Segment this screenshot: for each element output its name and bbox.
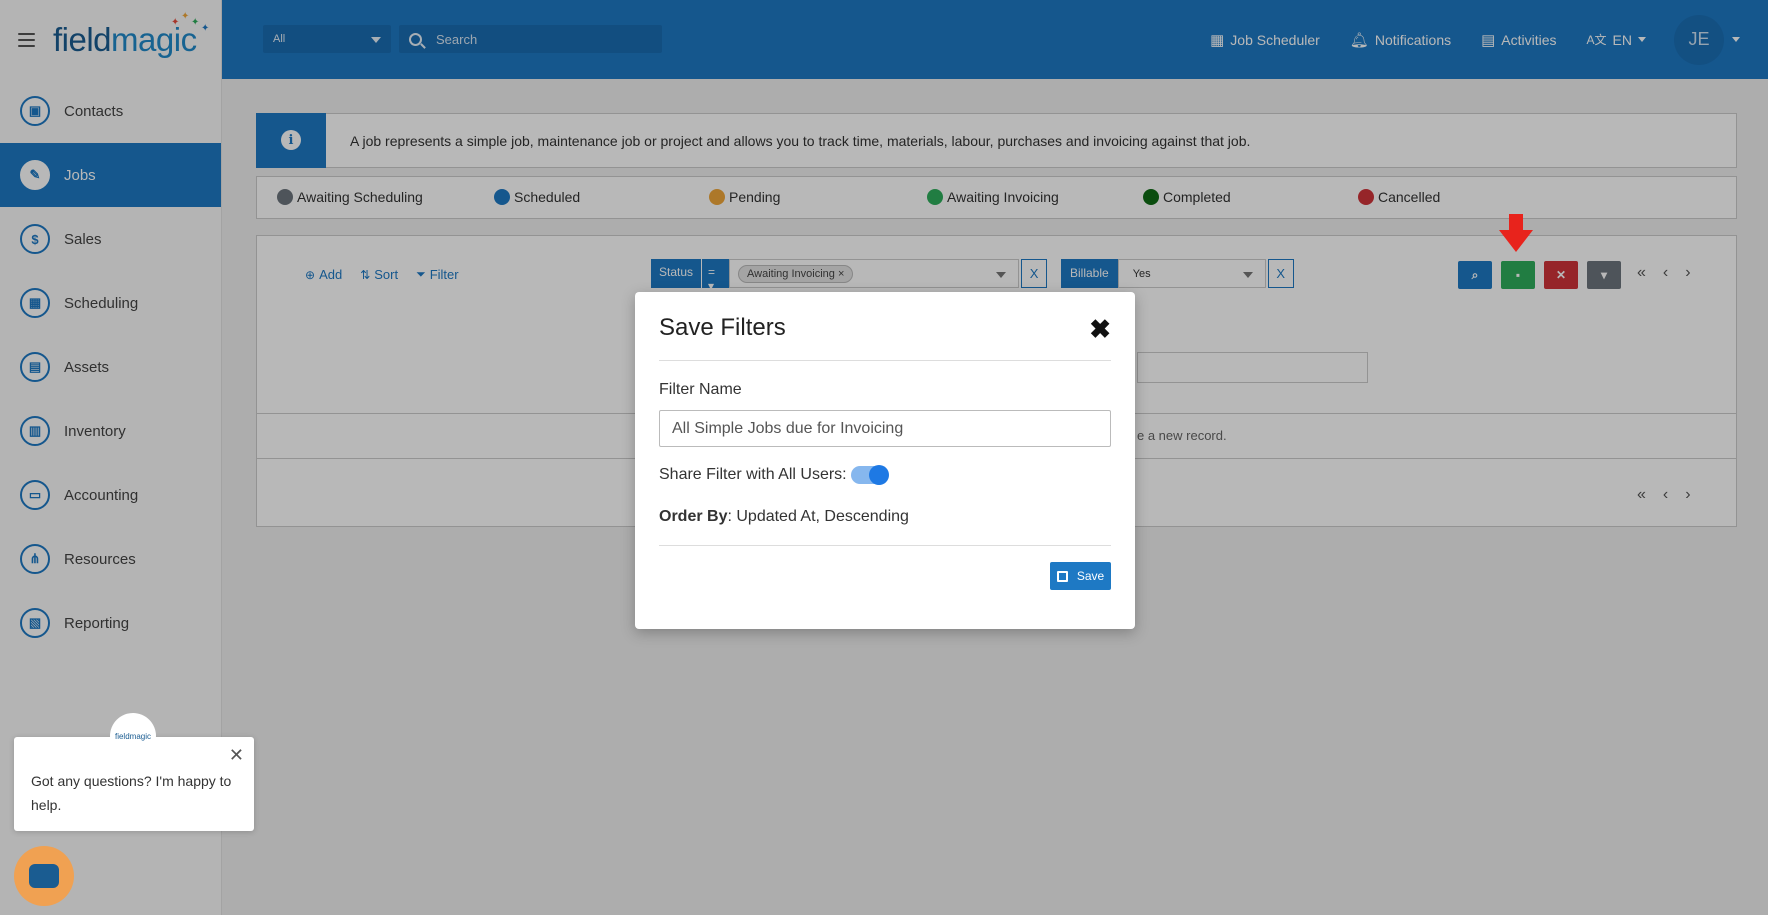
close-icon[interactable]: ✕ bbox=[229, 745, 244, 766]
modal-divider bbox=[659, 360, 1111, 361]
save-icon bbox=[1056, 570, 1068, 582]
chat-message-text: Got any questions? I'm happy to help. bbox=[31, 773, 232, 813]
chat-avatar: fieldmagic bbox=[110, 713, 156, 759]
modal-header: Save Filters ✖ bbox=[659, 314, 1111, 352]
save-filters-modal: Save Filters ✖ Filter Name All Simple Jo… bbox=[635, 292, 1135, 629]
close-icon[interactable]: ✖ bbox=[1089, 316, 1111, 342]
filter-name-label: Filter Name bbox=[659, 381, 742, 398]
share-filter-row: Share Filter with All Users: bbox=[659, 465, 889, 485]
red-arrow-annotation bbox=[1499, 214, 1533, 252]
modal-title: Save Filters bbox=[659, 314, 786, 341]
filter-name-input[interactable]: All Simple Jobs due for Invoicing bbox=[659, 410, 1111, 447]
order-by-value: : Updated At, Descending bbox=[727, 508, 909, 525]
save-button[interactable]: Save bbox=[1050, 562, 1111, 590]
chat-icon bbox=[29, 864, 59, 888]
order-by-label: Order By bbox=[659, 508, 728, 525]
modal-divider bbox=[659, 545, 1111, 546]
chat-launcher-button[interactable] bbox=[14, 846, 74, 906]
chat-avatar-logo: fieldmagic bbox=[114, 731, 151, 741]
share-filter-label: Share Filter with All Users: bbox=[659, 466, 847, 483]
save-button-label: Save bbox=[1076, 569, 1105, 583]
toggle-knob bbox=[868, 465, 889, 485]
share-filter-toggle[interactable] bbox=[850, 465, 889, 485]
order-by-row: Order By: Updated At, Descending bbox=[659, 508, 909, 526]
